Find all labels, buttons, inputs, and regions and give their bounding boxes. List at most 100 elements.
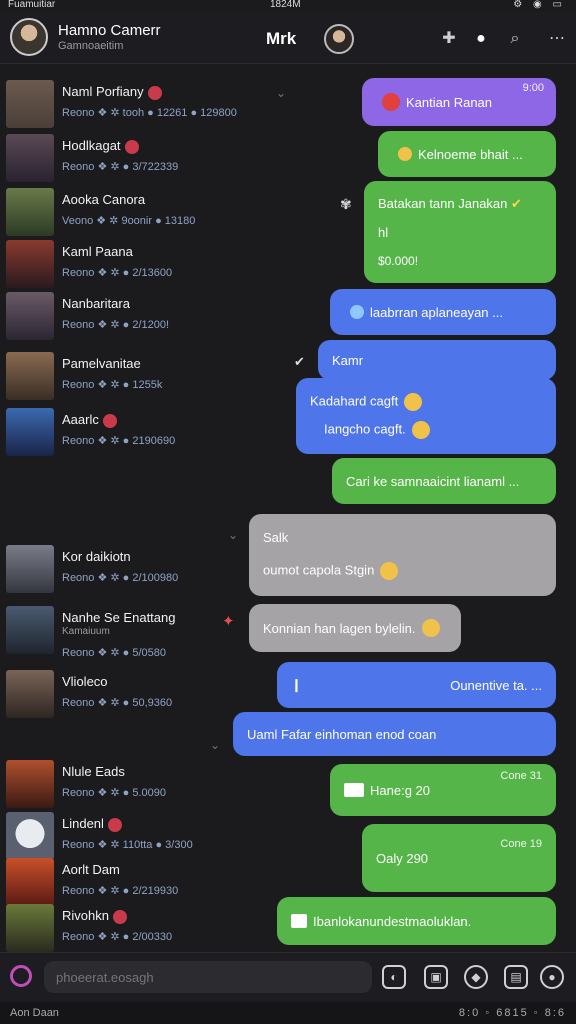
- contact-avatar[interactable]: [324, 24, 354, 54]
- emoji-icon: [380, 561, 399, 580]
- read-receipt-icon: ✔: [294, 354, 305, 369]
- message-line: Iangcho cagft.: [324, 421, 406, 437]
- message-amount: $0.000!: [378, 254, 419, 269]
- message-bubble[interactable]: Hane:g 20 Cone 31: [330, 764, 556, 816]
- emoji-icon: [404, 393, 423, 411]
- message-bubble[interactable]: Kamr: [318, 340, 556, 380]
- contact-name: Kor daikiotn: [62, 549, 131, 564]
- list-item[interactable]: Pamelvanitae Reono ❖ ✲ ● 1255k: [6, 352, 296, 404]
- message-bubble[interactable]: Kantian Ranan 9:00: [362, 78, 556, 126]
- avatar: [6, 80, 54, 128]
- emoji-icon: [350, 305, 364, 319]
- contact-meta: Reono ❖ ✲ ● 3/722339: [62, 161, 179, 173]
- list-item[interactable]: Nlule Eads Reono ❖ ✲ ● 5.0090: [6, 760, 296, 812]
- list-item[interactable]: Lindenl Reono ❖ ✲ 110tta ● 3/300: [6, 812, 296, 864]
- file-icon: [344, 783, 364, 797]
- clock: 1824M: [270, 0, 301, 10]
- contact-meta: Reono ❖ ✲ ● 2/219930: [62, 885, 179, 897]
- reaction-icon[interactable]: ✦: [222, 612, 235, 630]
- contact-meta: Reono ❖ ✲ ● 2/100980: [62, 572, 179, 584]
- contact-name: Lindenl: [62, 816, 104, 831]
- contact-name: Nlule Eads: [62, 764, 125, 779]
- avatar: [6, 858, 54, 906]
- pin-icon[interactable]: ✚: [438, 28, 460, 50]
- message-text: Cari ke samnaaicint lianaml ...: [346, 473, 520, 489]
- header-center-label: Mrk: [266, 29, 297, 48]
- contact-meta: Reono ❖ ✲ 110tta ● 3/300: [62, 839, 193, 851]
- list-item[interactable]: Kaml Paana Reono ❖ ✲ ● 2/13600: [6, 240, 296, 292]
- contact-meta: Reono ❖ ✲ tooh ● 12261 ● 129800: [62, 107, 237, 119]
- more-icon[interactable]: ⋯: [546, 28, 568, 50]
- avatar: [6, 670, 54, 718]
- status-icons: ⚙ ◉ ▭: [513, 0, 566, 10]
- message-text: Oaly 290: [376, 850, 429, 866]
- avatar: [6, 760, 54, 808]
- message-text: Kamr: [332, 352, 364, 368]
- camera-icon[interactable]: ▣: [424, 965, 448, 989]
- sticker-icon[interactable]: ◐: [382, 965, 406, 989]
- list-item[interactable]: Nanbaritara Reono ❖ ✲ ● 2/1200!: [6, 292, 296, 344]
- message-bubble[interactable]: Kadahard cagft Iangcho cagft.: [296, 378, 556, 454]
- check-icon: ✔: [511, 195, 522, 211]
- avatar: [6, 812, 54, 860]
- carrier-label: Fuamuitiar: [8, 0, 56, 10]
- gif-icon[interactable]: ◆: [464, 965, 488, 989]
- message-text: Batakan tann Janakan: [378, 195, 508, 211]
- emoji-icon: [382, 93, 400, 111]
- contact-name: Nanhe Se Enattang: [62, 610, 176, 625]
- gallery-icon[interactable]: ▤: [504, 965, 528, 989]
- unread-badge: [102, 413, 117, 428]
- list-item[interactable]: Aaarlc Reono ❖ ✲ ● 2190690: [6, 408, 296, 460]
- reaction-icon[interactable]: ✾: [340, 196, 352, 213]
- attach-icon[interactable]: [10, 965, 32, 987]
- message-bubble[interactable]: Salk oumot capola Stgin: [249, 514, 556, 596]
- message-bubble[interactable]: Oaly 290 Cone 19: [362, 824, 556, 892]
- list-item[interactable]: Aorlt Dam Reono ❖ ✲ ● 2/219930: [6, 858, 296, 910]
- message-text: Ibanlokanundestmaoluklan.: [313, 913, 472, 929]
- search-icon[interactable]: ⌕: [504, 28, 526, 50]
- message-text: Kelnoeme bhait ...: [418, 146, 523, 162]
- notification-icon[interactable]: ●: [470, 28, 492, 50]
- message-text: Konnian han lagen bylelin.: [263, 620, 416, 636]
- contact-name: Nanbaritara: [62, 296, 130, 311]
- message-text: Ounentive ta. ...: [450, 677, 542, 693]
- message-bubble[interactable]: Kelnoeme bhait ...: [378, 131, 556, 177]
- profile-avatar[interactable]: [10, 18, 48, 56]
- message-line: oumot capola Stgin: [263, 562, 375, 578]
- contact-meta: Reono ❖ ✲ ● 2/1200!: [62, 319, 170, 331]
- contact-name: Kaml Paana: [62, 244, 133, 259]
- message-bubble[interactable]: Ibanlokanundestmaoluklan.: [277, 897, 556, 945]
- contact-name: Aooka Canora: [62, 192, 146, 207]
- mic-icon[interactable]: ●: [540, 965, 564, 989]
- contact-meta: Reono ❖ ✲ ● 2190690: [62, 435, 176, 447]
- list-item[interactable]: Naml Porfiany Reono ❖ ✲ tooh ● 12261 ● 1…: [6, 80, 296, 132]
- message-bubble[interactable]: Konnian han lagen bylelin.: [249, 604, 461, 652]
- chevron-down-icon[interactable]: ⌄: [210, 738, 220, 752]
- message-bubble[interactable]: Uaml Fafar einhoman enod coan: [233, 712, 556, 756]
- footer-left-label: Aon Daan: [10, 1007, 59, 1019]
- list-item[interactable]: Hodlkagat Reono ❖ ✲ ● 3/722339: [6, 134, 296, 186]
- message-input[interactable]: [44, 961, 372, 993]
- contact-meta: Reono ❖ ✲ ● 5/0580: [62, 647, 167, 659]
- avatar: [6, 606, 54, 654]
- message-bubble[interactable]: Cari ke samnaaicint lianaml ...: [332, 458, 556, 504]
- contact-name: Naml Porfiany: [62, 84, 144, 99]
- chevron-down-icon[interactable]: ⌄: [228, 528, 238, 542]
- message-bubble[interactable]: ❙ Ounentive ta. ...: [277, 662, 556, 708]
- list-item[interactable]: Rivohkn Reono ❖ ✲ ● 2/00330: [6, 904, 296, 956]
- emoji-icon: [411, 421, 430, 439]
- contact-meta: Reono ❖ ✲ ● 5.0090: [62, 787, 167, 799]
- avatar: [6, 352, 54, 400]
- list-item[interactable]: Aooka Canora Veono ❖ ✲ 9oonir ● 13180: [6, 188, 296, 240]
- chevron-down-icon[interactable]: ⌄: [276, 86, 286, 100]
- message-bubble[interactable]: Batakan tann Janakan ✔ hl $0.000!: [364, 181, 556, 283]
- emoji-icon: [421, 619, 440, 637]
- pin-icon: ❙: [291, 677, 302, 692]
- footer-right-label: 8:0 ◦ 6815 ◦ 8:6: [458, 1007, 566, 1019]
- contact-name: Rivohkn: [62, 908, 109, 923]
- contact-subtitle: Kamaiuum: [62, 626, 110, 637]
- message-text: Hane:g 20: [370, 782, 430, 798]
- chat-header: Hamno Camerr Gamnoaeitim Mrk ✚ ● ⌕ ⋯: [0, 12, 576, 64]
- unread-badge: [147, 85, 162, 100]
- message-bubble[interactable]: laabrran aplaneayan ...: [330, 289, 556, 335]
